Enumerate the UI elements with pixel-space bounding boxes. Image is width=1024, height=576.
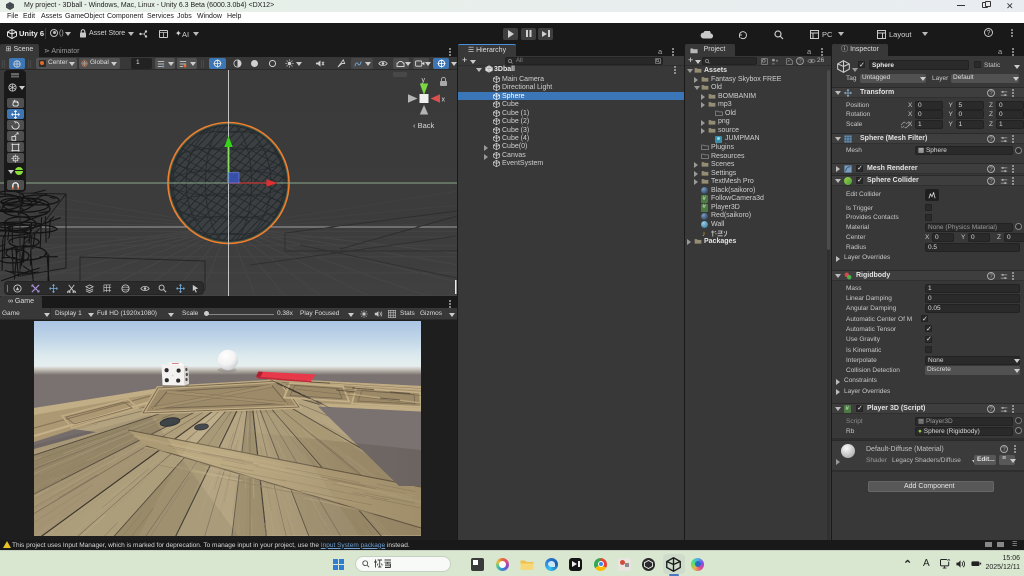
svg-text:x: x bbox=[442, 96, 446, 103]
svg-text:y: y bbox=[422, 77, 426, 84]
svg-text:‹ Back: ‹ Back bbox=[413, 121, 435, 130]
